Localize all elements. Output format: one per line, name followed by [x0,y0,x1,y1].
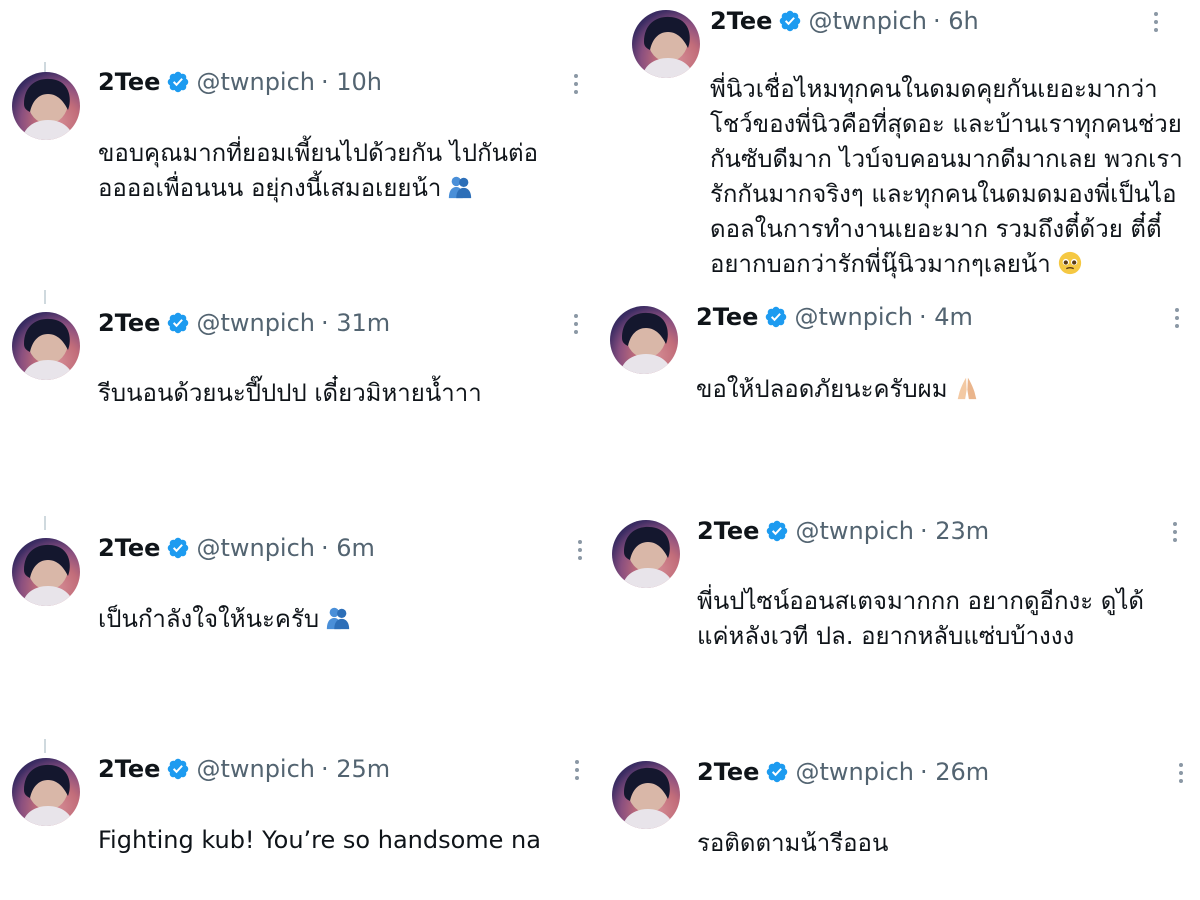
avatar[interactable] [12,72,80,140]
display-name[interactable]: 2Tee [710,6,772,36]
tweet-text-wrapper: ขอบคุณมากที่ยอมเพี้ยนไปด้วยกัน ไปกันต่อ … [98,101,588,206]
tweet-text: พี่นปไซน์ออนสเตจมากกก อยากดูอีกงะ ดูได้ … [697,587,1144,650]
tweet-header: 2Tee @twnpich · 6h [710,6,979,36]
tweet-header: 2Tee @twnpich · 26m [697,757,989,787]
verified-badge-icon [765,760,789,784]
tweet-text: รีบนอนด้วยนะปี๊ปปป เดี๋ยวมิหายน้ำาา [98,379,482,407]
handle[interactable]: @twnpich [795,757,914,787]
tweet-card[interactable]: 2Tee @twnpich · 26m รอติดตามน้ารีออน [600,725,1200,875]
timestamp[interactable]: · 10h [321,67,382,97]
tweet-text-wrapper: รอติดตามน้ารีออน [697,791,1187,861]
tweet-text-wrapper: ขอให้ปลอดภัยนะครับผม [696,337,1186,407]
timestamp[interactable]: · 31m [321,308,390,338]
tweet-text: พี่นิวเชื่อไหมทุกคนในดมดคุยกันเยอะมากว่า… [710,75,1183,278]
verified-badge-icon [166,311,190,335]
tweet-card[interactable]: 2Tee @twnpich · 31m รีบนอนด้วยนะปี๊ปปป เ… [0,280,600,410]
handle[interactable]: @twnpich [808,6,927,36]
people-hugging-emoji [447,174,473,200]
handle[interactable]: @twnpich [795,516,914,546]
tweet-card[interactable]: 2Tee @twnpich · 4m ขอให้ปลอดภัยนะครับผม [600,280,1200,410]
tweet-text: Fighting kub! You’re so handsome na [98,826,541,854]
tweet-text: รอติดตามน้ารีออน [697,829,889,857]
display-name[interactable]: 2Tee [98,754,160,784]
tweet-text-wrapper: พี่นิวเชื่อไหมทุกคนในดมดคุยกันเยอะมากว่า… [710,37,1190,282]
tweet-header: 2Tee @twnpich · 4m [696,302,973,332]
more-options-icon[interactable] [1174,308,1180,332]
tweet-card[interactable]: 2Tee @twnpich · 25m Fighting kub! You’re… [0,725,600,875]
timestamp[interactable]: · 4m [919,302,973,332]
tweet-header: 2Tee @twnpich · 25m [98,754,390,784]
avatar[interactable] [610,306,678,374]
more-options-icon[interactable] [573,74,579,98]
handle[interactable]: @twnpich [196,67,315,97]
tweet-header: 2Tee @twnpich · 6m [98,533,375,563]
verified-badge-icon [166,536,190,560]
display-name[interactable]: 2Tee [98,308,160,338]
tweet-text-wrapper: รีบนอนด้วยนะปี๊ปปป เดี๋ยวมิหายน้ำาา [98,341,588,411]
timestamp[interactable]: · 23m [920,516,989,546]
handle[interactable]: @twnpich [196,308,315,338]
more-options-icon[interactable] [577,540,583,564]
timestamp[interactable]: · 6h [933,6,979,36]
avatar[interactable] [12,538,80,606]
thread-connector-line [44,290,46,304]
tweet-header: 2Tee @twnpich · 10h [98,67,382,97]
handle[interactable]: @twnpich [196,533,315,563]
avatar[interactable] [612,761,680,829]
display-name[interactable]: 2Tee [98,533,160,563]
tweet-card[interactable]: 2Tee @twnpich · 6h พี่นิวเชื่อไหมทุกคนใน… [600,0,1200,278]
avatar[interactable] [632,10,700,78]
display-name[interactable]: 2Tee [697,516,759,546]
timestamp[interactable]: · 26m [920,757,989,787]
timestamp[interactable]: · 25m [321,754,390,784]
more-options-icon[interactable] [1178,763,1184,787]
pleading-face-emoji [1057,250,1083,276]
tweet-text: เป็นกำลังใจให้นะครับ [98,605,320,633]
more-options-icon[interactable] [574,760,580,784]
thread-connector-line [44,516,46,530]
display-name[interactable]: 2Tee [696,302,758,332]
avatar[interactable] [12,312,80,380]
tweet-card[interactable]: 2Tee @twnpich · 10h ขอบคุณมากที่ยอมเพี้ย… [0,0,600,202]
folded-hands-emoji [954,375,980,401]
tweet-header: 2Tee @twnpich · 31m [98,308,390,338]
verified-badge-icon [765,519,789,543]
tweet-text-wrapper: Fighting kub! You’re so handsome na [98,788,588,858]
verified-badge-icon [764,305,788,329]
handle[interactable]: @twnpich [196,754,315,784]
thread-connector-line [44,739,46,753]
display-name[interactable]: 2Tee [697,757,759,787]
tweet-header: 2Tee @twnpich · 23m [697,516,989,546]
handle[interactable]: @twnpich [794,302,913,332]
display-name[interactable]: 2Tee [98,67,160,97]
avatar[interactable] [612,520,680,588]
more-options-icon[interactable] [1172,522,1178,546]
tweet-text: ขอให้ปลอดภัยนะครับผม [696,375,948,403]
verified-badge-icon [778,9,802,33]
tweet-card[interactable]: 2Tee @twnpich · 23m พี่นปไซน์ออนสเตจมากก… [600,500,1200,650]
verified-badge-icon [166,70,190,94]
tweet-text-wrapper: พี่นปไซน์ออนสเตจมากกก อยากดูอีกงะ ดูได้ … [697,549,1187,654]
verified-badge-icon [166,757,190,781]
tweet-card[interactable]: 2Tee @twnpich · 6m เป็นกำลังใจให้นะครับ [0,500,600,633]
avatar[interactable] [12,758,80,826]
more-options-icon[interactable] [1153,12,1159,36]
timestamp[interactable]: · 6m [321,533,375,563]
tweet-text-wrapper: เป็นกำลังใจให้นะครับ [98,567,588,637]
people-hugging-emoji [325,605,351,631]
more-options-icon[interactable] [573,314,579,338]
